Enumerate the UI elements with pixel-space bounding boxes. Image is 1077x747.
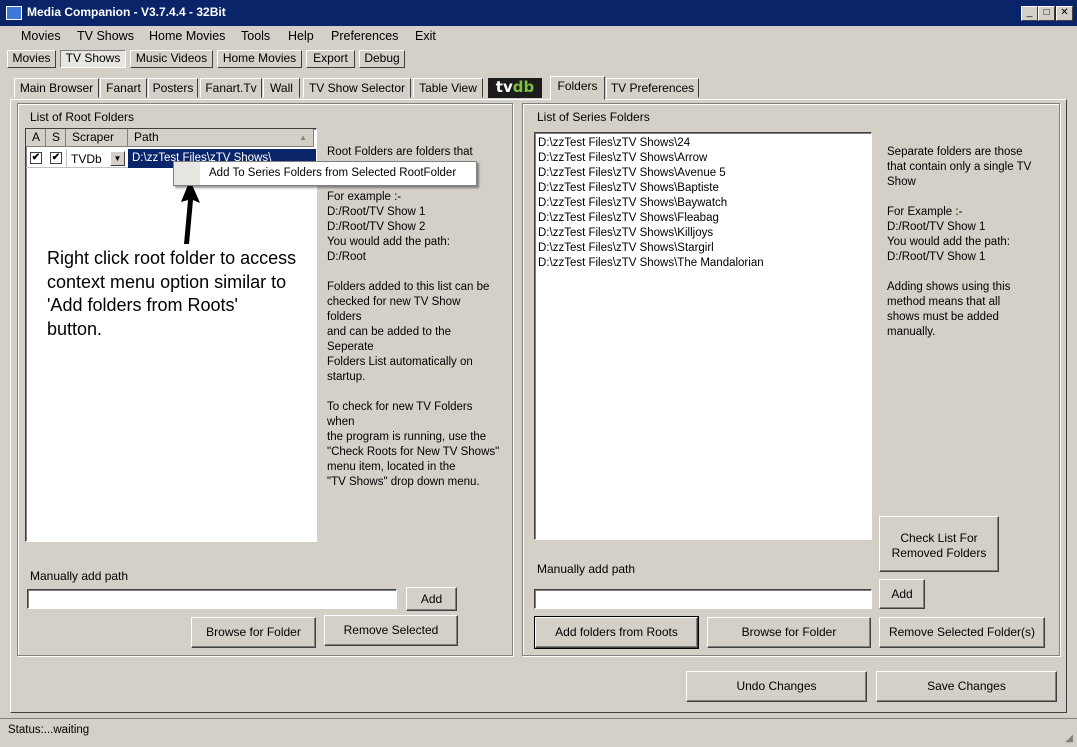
context-menu-gutter xyxy=(174,162,200,185)
row-checkbox-a[interactable]: ✔ xyxy=(30,152,42,164)
menu-home-movies[interactable]: Home Movies xyxy=(149,29,225,43)
arrow-up-icon xyxy=(181,180,200,244)
save-changes-button[interactable]: Save Changes xyxy=(876,671,1057,702)
list-item[interactable]: D:\zzTest Files\zTV Shows\Arrow xyxy=(538,151,871,166)
tab-fanart[interactable]: Fanart xyxy=(100,78,147,98)
mode-export-button[interactable]: Export xyxy=(306,50,355,68)
series-folders-description: Separate folders are those that contain … xyxy=(887,146,1032,338)
root-folders-description: Root Folders are folders that For exampl… xyxy=(327,146,500,488)
menu-tv-shows[interactable]: TV Shows xyxy=(77,29,134,43)
window-title: Media Companion - V3.7.4.4 - 32Bit xyxy=(27,5,226,19)
menu-movies[interactable]: Movies xyxy=(21,29,61,43)
column-header-scraper[interactable]: Scraper xyxy=(66,129,128,147)
tab-table-view[interactable]: Table View xyxy=(413,78,483,98)
column-header-path-label: Path xyxy=(134,130,159,144)
close-button[interactable]: ✕ xyxy=(1056,6,1073,21)
chevron-down-icon[interactable]: ▼ xyxy=(110,151,125,166)
root-add-button[interactable]: Add xyxy=(406,587,457,611)
menu-exit[interactable]: Exit xyxy=(415,29,436,43)
series-folders-title: List of Series Folders xyxy=(537,110,650,124)
list-item[interactable]: D:\zzTest Files\zTV Shows\Baywatch xyxy=(538,196,871,211)
tab-tvdb[interactable]: tvdb xyxy=(488,78,542,98)
undo-changes-button[interactable]: Undo Changes xyxy=(686,671,867,702)
series-manual-path-label: Manually add path xyxy=(537,562,636,576)
row-checkbox-s[interactable]: ✔ xyxy=(50,152,62,164)
tvdb-logo-accent: db xyxy=(512,78,535,96)
root-folders-title: List of Root Folders xyxy=(30,110,135,124)
mode-debug-button[interactable]: Debug xyxy=(359,50,405,68)
mode-music-videos-button[interactable]: Music Videos xyxy=(130,50,213,68)
menu-preferences[interactable]: Preferences xyxy=(331,29,398,43)
column-header-path[interactable]: Path ▲ xyxy=(128,129,314,147)
list-item[interactable]: D:\zzTest Files\zTV Shows\Killjoys xyxy=(538,226,871,241)
series-manual-path-input[interactable] xyxy=(534,589,872,609)
tab-wall[interactable]: Wall xyxy=(263,78,300,98)
scraper-select[interactable]: TVDb ▼ xyxy=(66,149,128,168)
list-item[interactable]: D:\zzTest Files\zTV Shows\The Mandaloria… xyxy=(538,256,871,271)
mode-home-movies-button[interactable]: Home Movies xyxy=(217,50,302,68)
tab-folders[interactable]: Folders xyxy=(550,76,605,100)
list-item[interactable]: D:\zzTest Files\zTV Shows\Stargirl xyxy=(538,241,871,256)
tab-tv-show-selector[interactable]: TV Show Selector xyxy=(303,78,411,98)
root-manual-path-input[interactable] xyxy=(27,589,397,609)
maximize-button[interactable]: □ xyxy=(1038,6,1055,21)
root-remove-selected-button[interactable]: Remove Selected xyxy=(324,615,458,646)
annotation-text: Right click root folder to access contex… xyxy=(47,248,297,339)
menu-tools[interactable]: Tools xyxy=(241,29,270,43)
mode-tv-shows-button[interactable]: TV Shows xyxy=(60,50,126,68)
series-browse-button[interactable]: Browse for Folder xyxy=(707,617,871,648)
status-text: Status:...waiting xyxy=(8,724,90,736)
sort-arrow-icon: ▲ xyxy=(299,133,307,142)
minimize-button[interactable]: _ xyxy=(1021,6,1038,21)
list-item[interactable]: D:\zzTest Files\zTV Shows\24 xyxy=(538,136,871,151)
list-item[interactable]: D:\zzTest Files\zTV Shows\Avenue 5 xyxy=(538,166,871,181)
menu-help[interactable]: Help xyxy=(288,29,314,43)
resize-grip-icon[interactable]: ◢ xyxy=(1065,733,1073,744)
remove-selected-folders-button[interactable]: Remove Selected Folder(s) xyxy=(879,617,1045,648)
column-header-a[interactable]: A xyxy=(26,129,46,147)
add-folders-from-roots-button[interactable]: Add folders from Roots xyxy=(534,616,699,649)
list-item[interactable]: D:\zzTest Files\zTV Shows\Baptiste xyxy=(538,181,871,196)
title-bar: Media Companion - V3.7.4.4 - 32Bit _ □ ✕ xyxy=(0,0,1077,26)
status-bar: Status:...waiting ◢ xyxy=(0,718,1077,747)
context-menu: Add To Series Folders from Selected Root… xyxy=(173,161,477,186)
menu-bar: Movies TV Shows Home Movies Tools Help P… xyxy=(0,26,1077,48)
scraper-value: TVDb xyxy=(71,152,102,166)
root-browse-button[interactable]: Browse for Folder xyxy=(191,617,316,648)
mode-movies-button[interactable]: Movies xyxy=(7,50,56,68)
series-folders-list[interactable]: D:\zzTest Files\zTV Shows\24 D:\zzTest F… xyxy=(534,132,872,540)
series-add-button[interactable]: Add xyxy=(879,579,925,609)
root-manual-path-label: Manually add path xyxy=(30,569,129,583)
list-item[interactable]: D:\zzTest Files\zTV Shows\Fleabag xyxy=(538,211,871,226)
tab-main-browser[interactable]: Main Browser xyxy=(14,78,99,98)
tab-tv-preferences[interactable]: TV Preferences xyxy=(606,78,699,98)
tvdb-logo-text: tv xyxy=(495,78,513,96)
check-removed-folders-button[interactable]: Check List For Removed Folders xyxy=(879,516,999,572)
app-icon xyxy=(6,6,22,20)
tab-fanart-tv[interactable]: Fanart.Tv xyxy=(200,78,262,98)
column-header-s[interactable]: S xyxy=(46,129,66,147)
context-menu-item-add-to-series[interactable]: Add To Series Folders from Selected Root… xyxy=(209,167,456,179)
tab-posters[interactable]: Posters xyxy=(148,78,198,98)
